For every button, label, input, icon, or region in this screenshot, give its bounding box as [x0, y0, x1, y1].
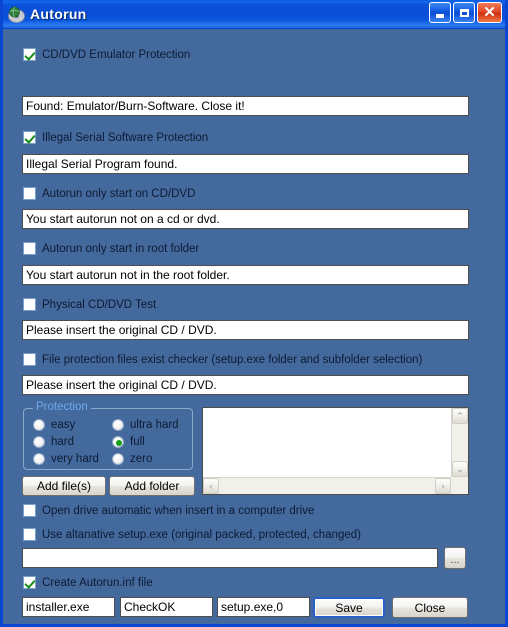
maximize-button[interactable]: [453, 2, 475, 23]
maximize-icon: [459, 8, 469, 17]
checkbox-label: Physical CD/DVD Test: [42, 298, 157, 311]
window-title: Autorun: [30, 6, 87, 22]
checkbox-label: Use altanative setup.exe (original packe…: [42, 528, 362, 541]
checkbox-label: CD/DVD Emulator Protection: [42, 48, 191, 61]
radio-very-hard[interactable]: very hard: [33, 452, 99, 466]
close-button-bottom[interactable]: Close: [392, 597, 468, 618]
message-field-cd-dvd-emulator-protection[interactable]: Found: Emulator/Burn-Software. Close it!: [22, 96, 469, 116]
radio-indicator[interactable]: [112, 436, 124, 448]
radio-label: ultra hard: [130, 419, 179, 431]
radio-indicator[interactable]: [112, 453, 124, 465]
radio-easy[interactable]: easy: [33, 418, 75, 432]
radio-zero[interactable]: zero: [112, 452, 152, 466]
close-button[interactable]: ✕: [477, 2, 502, 23]
checkbox-label: Autorun only start on CD/DVD: [42, 187, 196, 200]
radio-indicator[interactable]: [33, 453, 45, 465]
checkbox-label: Create Autorun.inf file: [42, 576, 153, 589]
protection-group: Protection easy hard very hard ultra har…: [23, 401, 193, 470]
checkbox-indicator[interactable]: [23, 242, 36, 255]
checkbox-cd-dvd-emulator-protection[interactable]: CD/DVD Emulator Protection: [23, 47, 190, 62]
message-field-autorun-only-start-on-cd-dvd[interactable]: You start autorun not on a cd or dvd.: [22, 209, 469, 229]
checkbox-illegal-serial-software-protection[interactable]: Illegal Serial Software Protection: [23, 130, 208, 145]
minimize-button[interactable]: [429, 2, 451, 23]
checkbox-label: Open drive automatic when insert in a co…: [42, 504, 315, 517]
message-field-illegal-serial-software-protection[interactable]: Illegal Serial Program found.: [22, 154, 469, 174]
checkbox-indicator[interactable]: [23, 48, 36, 61]
save-button[interactable]: Save: [313, 597, 385, 618]
radio-hard[interactable]: hard: [33, 435, 74, 449]
checkbox-indicator[interactable]: [23, 353, 36, 366]
file-list-content[interactable]: [203, 408, 451, 477]
checkbox-create-autorun-inf[interactable]: Create Autorun.inf file: [23, 575, 153, 590]
file-list-box[interactable]: ⌃ ⌄ ‹ ›: [202, 407, 469, 495]
dialog-client-area: CD/DVD Emulator Protection Found: Emulat…: [3, 29, 505, 624]
checkbox-indicator[interactable]: [23, 504, 36, 517]
autorun-label-field[interactable]: CheckOK: [120, 597, 213, 617]
checkbox-autorun-only-start-on-cd-dvd[interactable]: Autorun only start on CD/DVD: [23, 186, 195, 201]
radio-indicator[interactable]: [112, 419, 124, 431]
title-bar[interactable]: Autorun ✕: [3, 0, 505, 29]
scroll-right-icon[interactable]: ›: [435, 478, 451, 494]
radio-ultra-hard[interactable]: ultra hard: [112, 418, 179, 432]
message-field-file-protection-files-exist-checker[interactable]: Please insert the original CD / DVD.: [22, 375, 469, 395]
radio-label: full: [130, 436, 145, 448]
radio-label: very hard: [51, 453, 99, 465]
message-field-autorun-only-start-in-root-folder[interactable]: You start autorun not in the root folder…: [22, 265, 469, 285]
checkbox-label: Illegal Serial Software Protection: [42, 131, 209, 144]
autorun-window: Autorun ✕ CD/DVD Emulator Protection Fou…: [0, 0, 508, 627]
checkbox-indicator[interactable]: [23, 298, 36, 311]
checkbox-indicator[interactable]: [23, 576, 36, 589]
protection-group-legend: Protection: [33, 401, 91, 413]
checkbox-label: File protection files exist checker (set…: [42, 353, 423, 366]
checkbox-label: Autorun only start in root folder: [42, 242, 200, 255]
radio-full[interactable]: full: [112, 435, 145, 449]
checkbox-use-alternative-setup-exe[interactable]: Use altanative setup.exe (original packe…: [23, 527, 361, 542]
file-list-vertical-scrollbar[interactable]: ⌃ ⌄: [451, 408, 468, 477]
close-icon: ✕: [483, 3, 496, 21]
autorun-open-field[interactable]: setup.exe,0: [217, 597, 310, 617]
scroll-up-icon[interactable]: ⌃: [452, 408, 468, 424]
alternative-setup-path-input[interactable]: [22, 548, 438, 568]
scrollbar-corner: [451, 477, 468, 494]
minimize-icon: [436, 14, 444, 18]
message-field-physical-cd-dvd-test[interactable]: Please insert the original CD / DVD.: [22, 320, 469, 340]
checkbox-physical-cd-dvd-test[interactable]: Physical CD/DVD Test: [23, 297, 156, 312]
scroll-left-icon[interactable]: ‹: [203, 478, 219, 494]
radio-label: hard: [51, 436, 75, 448]
radio-label: zero: [130, 453, 153, 465]
add-files-button[interactable]: Add file(s): [22, 476, 106, 496]
radio-indicator[interactable]: [33, 419, 45, 431]
autorun-icon-field[interactable]: installer.exe: [22, 597, 115, 617]
cd-globe-icon: [8, 6, 25, 23]
scroll-down-icon[interactable]: ⌄: [452, 461, 468, 477]
checkbox-autorun-only-start-in-root-folder[interactable]: Autorun only start in root folder: [23, 241, 199, 256]
checkbox-indicator[interactable]: [23, 131, 36, 144]
radio-indicator[interactable]: [33, 436, 45, 448]
window-controls: ✕: [429, 2, 502, 23]
checkbox-indicator[interactable]: [23, 528, 36, 541]
checkbox-indicator[interactable]: [23, 187, 36, 200]
checkbox-file-protection-files-exist-checker[interactable]: File protection files exist checker (set…: [23, 352, 422, 367]
checkbox-open-drive-automatic[interactable]: Open drive automatic when insert in a co…: [23, 503, 314, 518]
browse-button[interactable]: ...: [444, 547, 466, 569]
file-list-horizontal-scrollbar[interactable]: ‹ ›: [203, 477, 451, 494]
radio-label: easy: [51, 419, 76, 431]
add-folder-button[interactable]: Add folder: [109, 476, 195, 496]
